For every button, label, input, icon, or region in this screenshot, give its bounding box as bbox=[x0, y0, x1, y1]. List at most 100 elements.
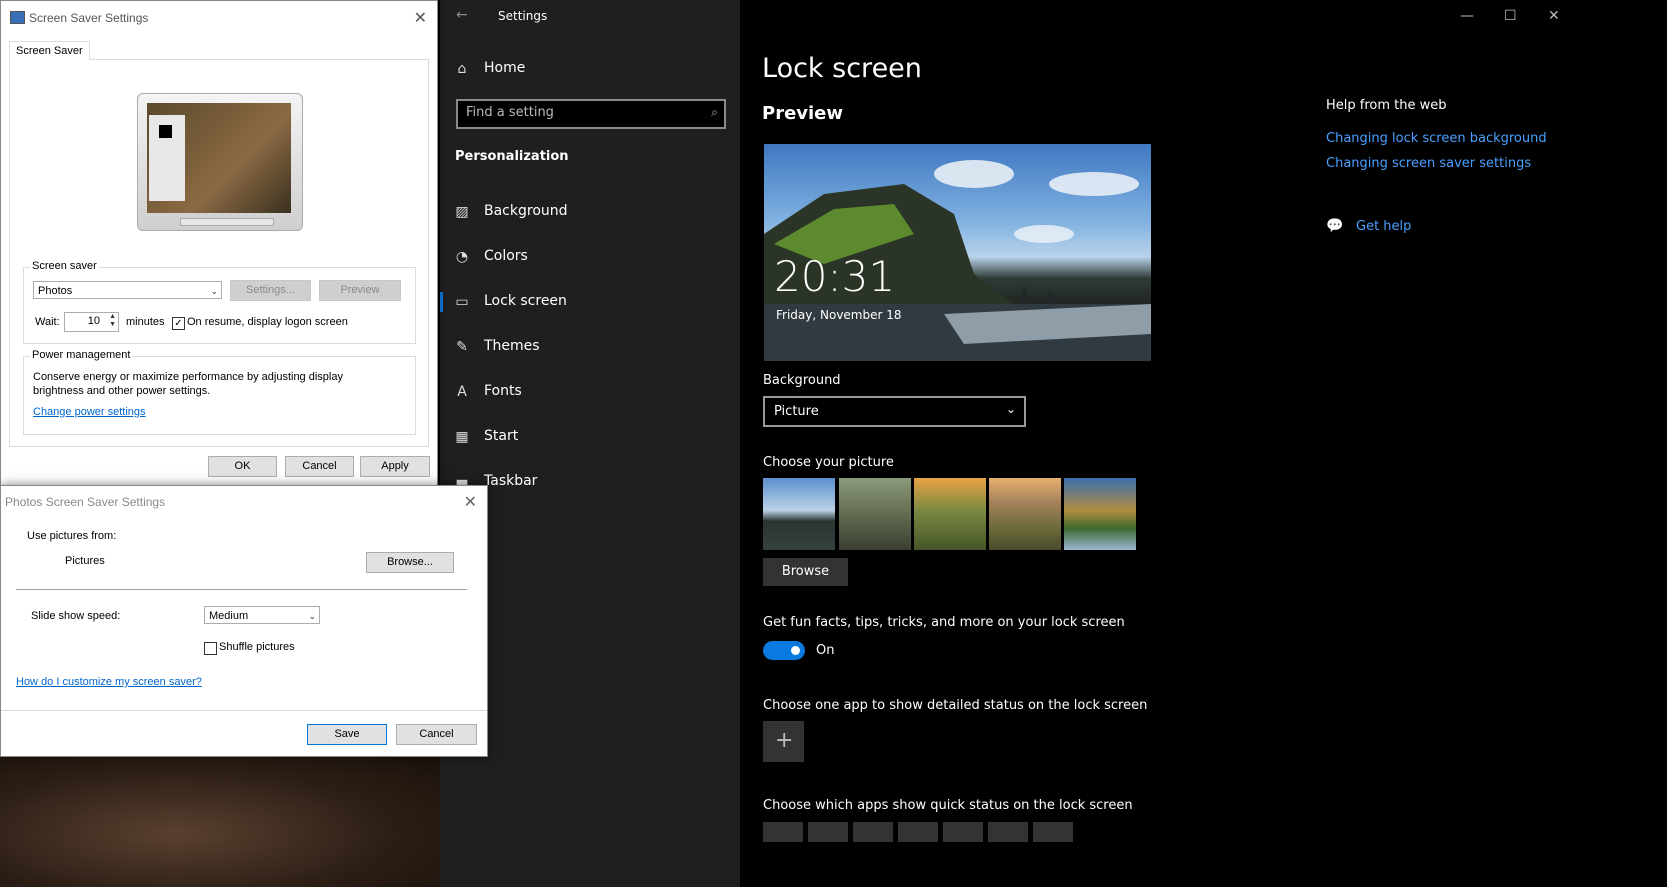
chat-help-icon: 💬 bbox=[1326, 218, 1344, 234]
lock-screen-preview: 20:31 Friday, November 18 bbox=[764, 144, 1151, 361]
power-description: Conserve energy or maximize performance … bbox=[33, 371, 343, 397]
plus-icon: + bbox=[775, 728, 794, 753]
toggle-state: On bbox=[816, 643, 835, 658]
fun-facts-toggle[interactable] bbox=[763, 641, 805, 660]
background-dropdown-value: Picture bbox=[774, 404, 819, 419]
monitor-screen bbox=[147, 103, 291, 213]
screen-thumb-window bbox=[149, 115, 185, 201]
help-link-screen-saver[interactable]: Changing screen saver settings bbox=[1326, 156, 1531, 171]
add-app-button[interactable]: + bbox=[763, 721, 804, 762]
sidebar-item-fonts[interactable]: A Fonts bbox=[440, 372, 740, 412]
resume-logon-checkbox[interactable]: ✓ bbox=[172, 317, 185, 330]
browse-button[interactable]: Browse... bbox=[366, 552, 454, 573]
background-dropdown[interactable]: Picture ⌄ bbox=[763, 396, 1026, 427]
window-title: Settings bbox=[498, 9, 548, 23]
sidebar-item-background[interactable]: ▨ Background bbox=[440, 192, 740, 232]
home-icon: ⌂ bbox=[457, 61, 467, 77]
monitor-icon: ▭ bbox=[455, 294, 469, 310]
brush-icon: ✎ bbox=[456, 339, 468, 355]
picture-thumbnail-1[interactable] bbox=[763, 478, 835, 550]
tab-screen-saver[interactable]: Screen Saver bbox=[9, 41, 90, 60]
close-icon[interactable]: ✕ bbox=[464, 492, 477, 512]
preview-button[interactable]: Preview bbox=[319, 280, 401, 301]
ok-button[interactable]: OK bbox=[208, 456, 277, 477]
search-icon: ⌕ bbox=[711, 105, 718, 119]
close-icon[interactable]: ✕ bbox=[414, 8, 427, 28]
settings-window: ← Settings ⌂ Home Find a setting ⌕ Perso… bbox=[440, 0, 1667, 887]
nav-section-title: Personalization bbox=[455, 149, 569, 164]
quick-status-slot[interactable] bbox=[853, 822, 893, 842]
preview-time: 20:31 bbox=[774, 252, 896, 301]
change-power-link[interactable]: Change power settings bbox=[33, 406, 146, 418]
help-heading: Help from the web bbox=[1326, 98, 1447, 113]
picture-thumbnail-5[interactable] bbox=[1064, 478, 1136, 550]
sidebar-item-colors[interactable]: ◔ Colors bbox=[440, 237, 740, 277]
quick-status-slot[interactable] bbox=[808, 822, 848, 842]
choose-picture-label: Choose your picture bbox=[763, 455, 894, 470]
minimize-icon[interactable]: — bbox=[1460, 8, 1474, 24]
picture-thumbnail-4[interactable] bbox=[989, 478, 1061, 550]
screen-saver-selected: Photos bbox=[38, 285, 73, 297]
monitor-preview bbox=[137, 93, 303, 231]
apply-button[interactable]: Apply bbox=[360, 456, 430, 477]
screen-thumb-square bbox=[159, 125, 172, 138]
spinner-arrows-icon[interactable]: ▲ ▼ bbox=[109, 313, 116, 329]
browse-button[interactable]: Browse bbox=[763, 558, 848, 586]
sidebar-item-themes[interactable]: ✎ Themes bbox=[440, 327, 740, 367]
group-legend: Power management bbox=[30, 349, 133, 361]
selected-indicator bbox=[440, 292, 443, 312]
quick-status-slot[interactable] bbox=[988, 822, 1028, 842]
nav-home-label: Home bbox=[484, 60, 526, 76]
group-legend: Screen saver bbox=[30, 260, 99, 272]
sidebar-item-label: Lock screen bbox=[484, 293, 567, 309]
palette-icon: ◔ bbox=[455, 249, 469, 265]
sidebar-item-label: Start bbox=[484, 428, 519, 444]
quick-status-slot[interactable] bbox=[1033, 822, 1073, 842]
close-icon[interactable]: ✕ bbox=[1548, 8, 1560, 24]
speed-select[interactable]: Medium ⌄ bbox=[204, 606, 320, 624]
sidebar-item-label: Background bbox=[484, 203, 568, 219]
start-icon: ▦ bbox=[455, 429, 469, 445]
cancel-button[interactable]: Cancel bbox=[285, 456, 354, 477]
search-input[interactable]: Find a setting ⌕ bbox=[456, 99, 726, 129]
nav-home[interactable]: ⌂ Home bbox=[440, 49, 740, 89]
chevron-down-icon: ⌄ bbox=[210, 286, 218, 296]
save-button[interactable]: Save bbox=[307, 724, 387, 745]
chevron-down-icon: ⌄ bbox=[308, 611, 316, 621]
wait-stepper[interactable]: 10 ▲ ▼ bbox=[64, 312, 119, 332]
maximize-icon[interactable]: ☐ bbox=[1504, 8, 1517, 24]
get-help-link[interactable]: Get help bbox=[1356, 219, 1411, 234]
preview-heading: Preview bbox=[762, 103, 844, 124]
help-link-lock-background[interactable]: Changing lock screen background bbox=[1326, 131, 1547, 146]
quick-status-slot[interactable] bbox=[943, 822, 983, 842]
picture-thumbnail-3[interactable] bbox=[914, 478, 986, 550]
shuffle-label: Shuffle pictures bbox=[219, 641, 295, 653]
sidebar-item-start[interactable]: ▦ Start bbox=[440, 417, 740, 457]
cancel-button[interactable]: Cancel bbox=[396, 724, 477, 745]
quick-status-slot[interactable] bbox=[763, 822, 803, 842]
dialog-title: Screen Saver Settings bbox=[29, 11, 149, 25]
screen-saver-dialog: Screen Saver Settings ✕ Screen Saver Scr… bbox=[0, 0, 438, 486]
back-arrow-icon[interactable]: ← bbox=[456, 7, 468, 23]
sidebar-item-lock-screen[interactable]: ▭ Lock screen bbox=[440, 282, 740, 322]
page-title: Lock screen bbox=[762, 53, 922, 84]
monitor-stand bbox=[180, 218, 274, 226]
quick-status-slot[interactable] bbox=[898, 822, 938, 842]
fun-facts-label: Get fun facts, tips, tricks, and more on… bbox=[763, 615, 1125, 630]
divider bbox=[16, 589, 467, 590]
wait-value: 10 bbox=[87, 315, 100, 327]
use-pictures-label: Use pictures from: bbox=[27, 530, 117, 542]
settings-button[interactable]: Settings... bbox=[230, 280, 311, 301]
footer-divider bbox=[1, 710, 487, 711]
quick-status-label: Choose which apps show quick status on t… bbox=[763, 798, 1133, 813]
speed-selected: Medium bbox=[209, 610, 249, 622]
picture-icon: ▨ bbox=[455, 204, 469, 220]
chevron-down-icon: ⌄ bbox=[1005, 402, 1016, 416]
sidebar-item-label: Colors bbox=[484, 248, 528, 264]
desktop-wallpaper bbox=[0, 755, 440, 887]
screen-saver-select[interactable]: Photos ⌄ bbox=[33, 281, 222, 299]
shuffle-checkbox[interactable] bbox=[204, 642, 217, 655]
picture-thumbnail-2[interactable] bbox=[839, 478, 911, 550]
dialog-title: Photos Screen Saver Settings bbox=[5, 495, 166, 509]
customize-help-link[interactable]: How do I customize my screen saver? bbox=[16, 676, 202, 688]
